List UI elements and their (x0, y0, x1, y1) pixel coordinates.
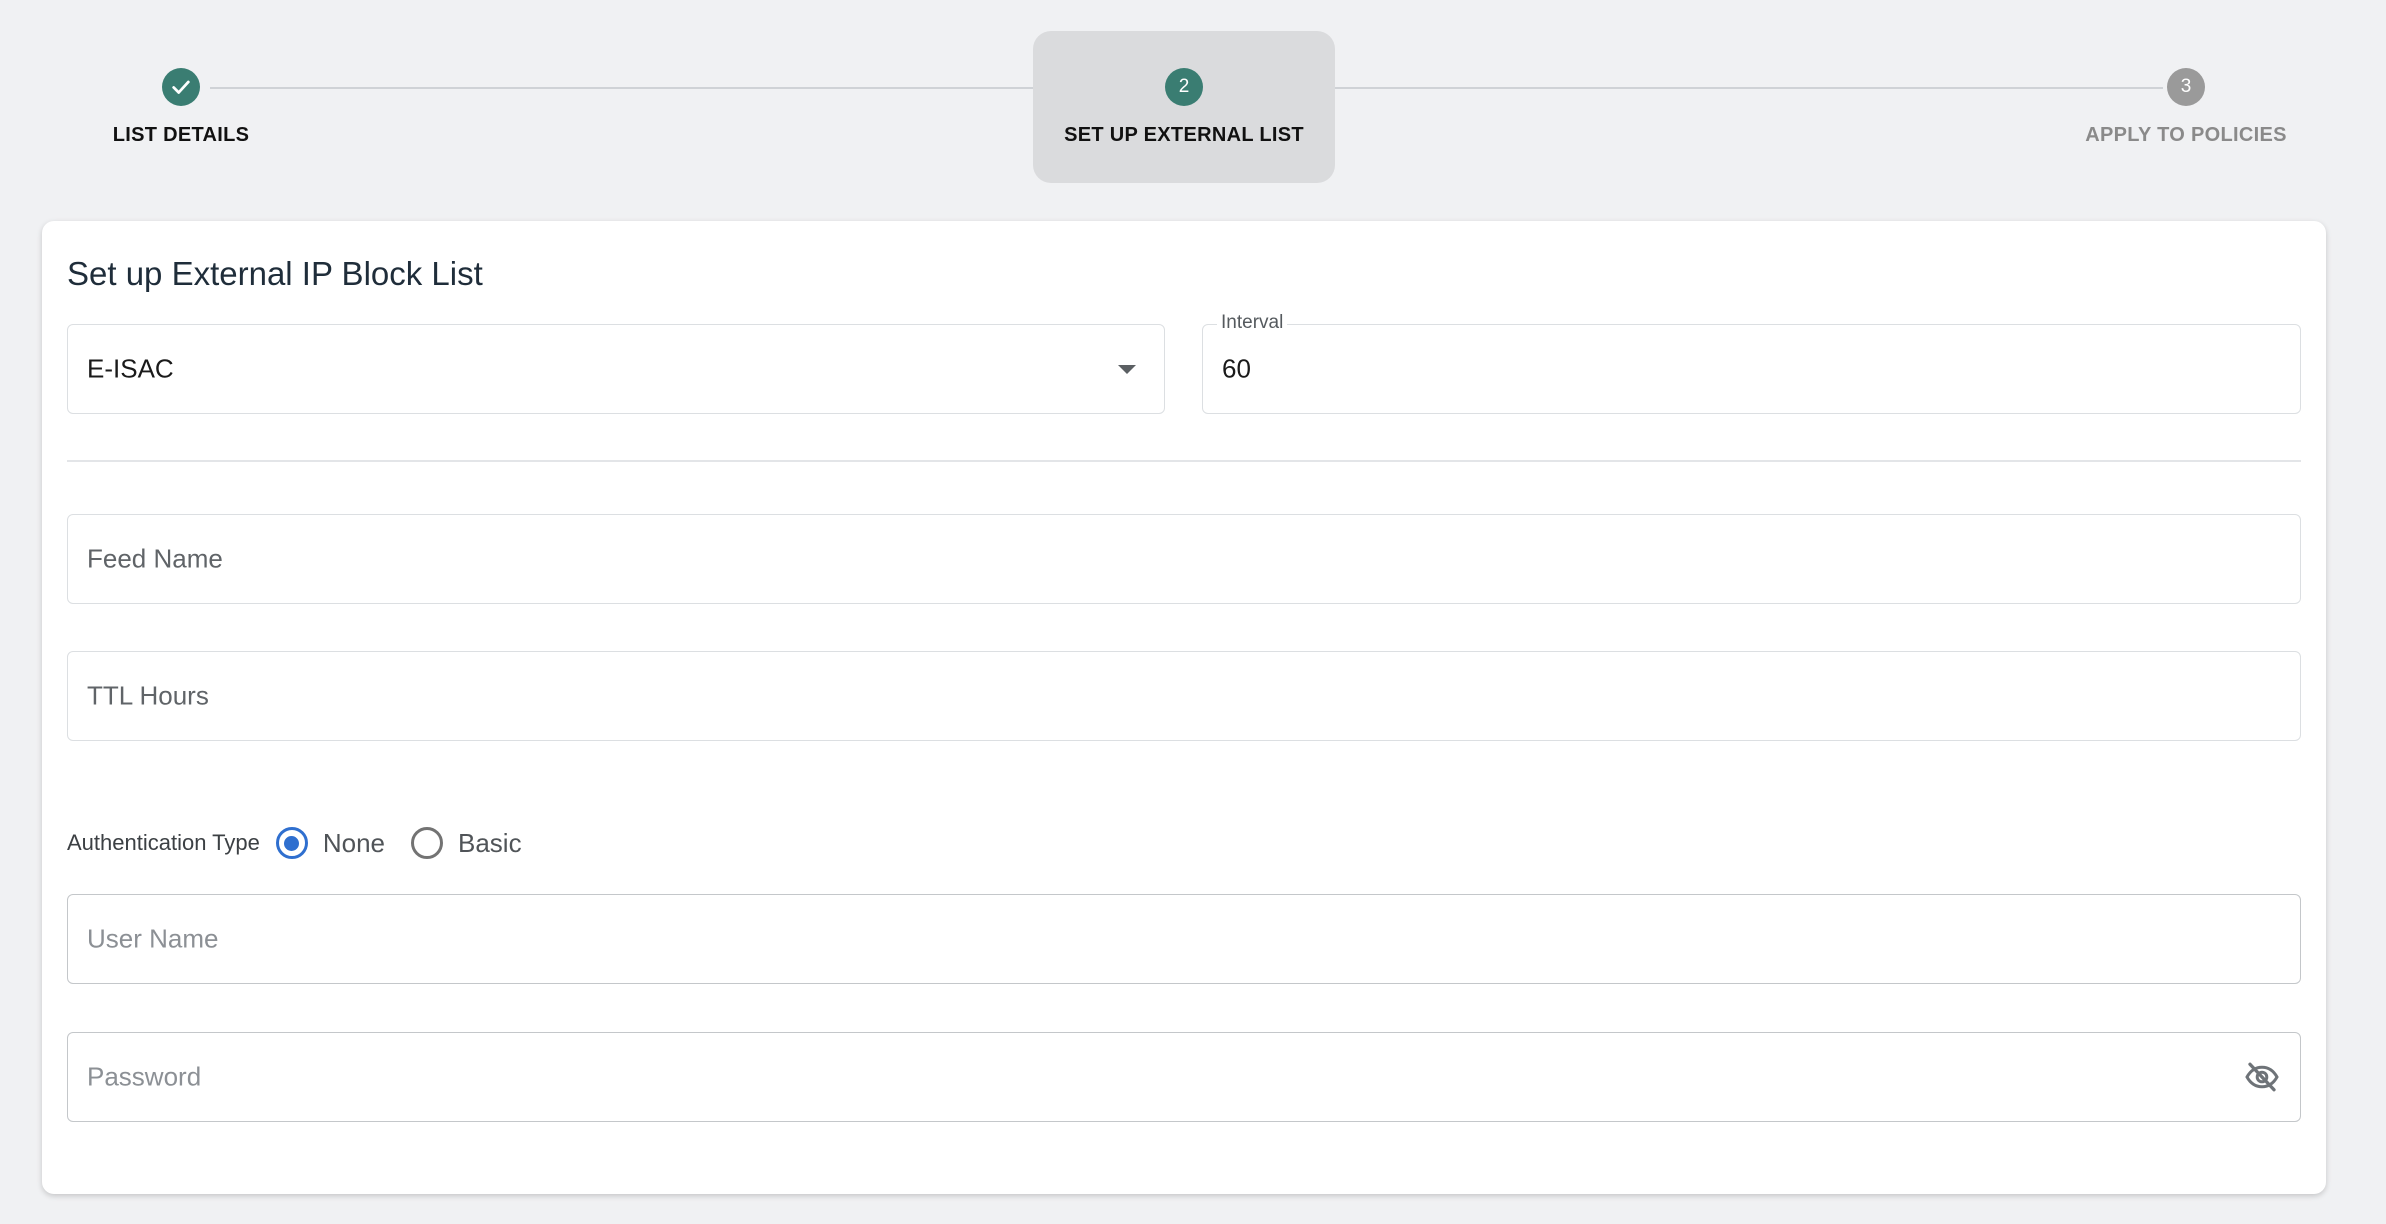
chevron-down-icon[interactable] (1118, 365, 1136, 374)
interval-label: Interval (1217, 312, 1288, 334)
radio-basic-label[interactable]: Basic (458, 828, 522, 859)
auth-type-label: Authentication Type (67, 830, 260, 855)
radio-basic[interactable] (411, 827, 443, 859)
eye-off-icon[interactable] (2242, 1059, 2282, 1095)
radio-none-label[interactable]: None (323, 828, 385, 859)
ttl-hours-placeholder: TTL Hours (87, 680, 209, 711)
authentication-type-group: Authentication Type None Basic (67, 823, 548, 863)
interval-field[interactable]: Interval 60 (1202, 312, 2301, 414)
step-label: APPLY TO POLICIES (2085, 124, 2287, 146)
user-name-field[interactable]: User Name (67, 894, 2301, 984)
section-divider (67, 460, 2301, 462)
feed-name-placeholder: Feed Name (87, 543, 223, 574)
feed-name-field[interactable]: Feed Name (67, 514, 2301, 604)
step-label: SET UP EXTERNAL LIST (1064, 124, 1304, 146)
step-number: 2 (1165, 68, 1203, 106)
user-name-placeholder: User Name (87, 923, 219, 954)
step-list-details[interactable]: LIST DETAILS (11, 0, 351, 200)
interval-value: 60 (1222, 353, 1251, 384)
check-icon (162, 68, 200, 106)
step-set-up-external-list[interactable]: 2 SET UP EXTERNAL LIST (1014, 0, 1354, 200)
ttl-hours-field[interactable]: TTL Hours (67, 651, 2301, 741)
source-select-value: E-ISAC (87, 353, 174, 384)
password-field[interactable]: Password (67, 1032, 2301, 1122)
password-placeholder: Password (87, 1061, 202, 1092)
card-title: Set up External IP Block List (67, 255, 483, 292)
source-select[interactable]: E-ISAC (67, 324, 1165, 414)
step-label: LIST DETAILS (112, 124, 250, 146)
stepper: LIST DETAILS 2 SET UP EXTERNAL LIST 3 AP… (0, 0, 2386, 200)
external-list-card: Set up External IP Block List E-ISAC Int… (42, 221, 2326, 1194)
radio-none[interactable] (275, 827, 308, 859)
step-apply-to-policies[interactable]: 3 APPLY TO POLICIES (2016, 0, 2356, 200)
step-number: 3 (2167, 68, 2205, 106)
